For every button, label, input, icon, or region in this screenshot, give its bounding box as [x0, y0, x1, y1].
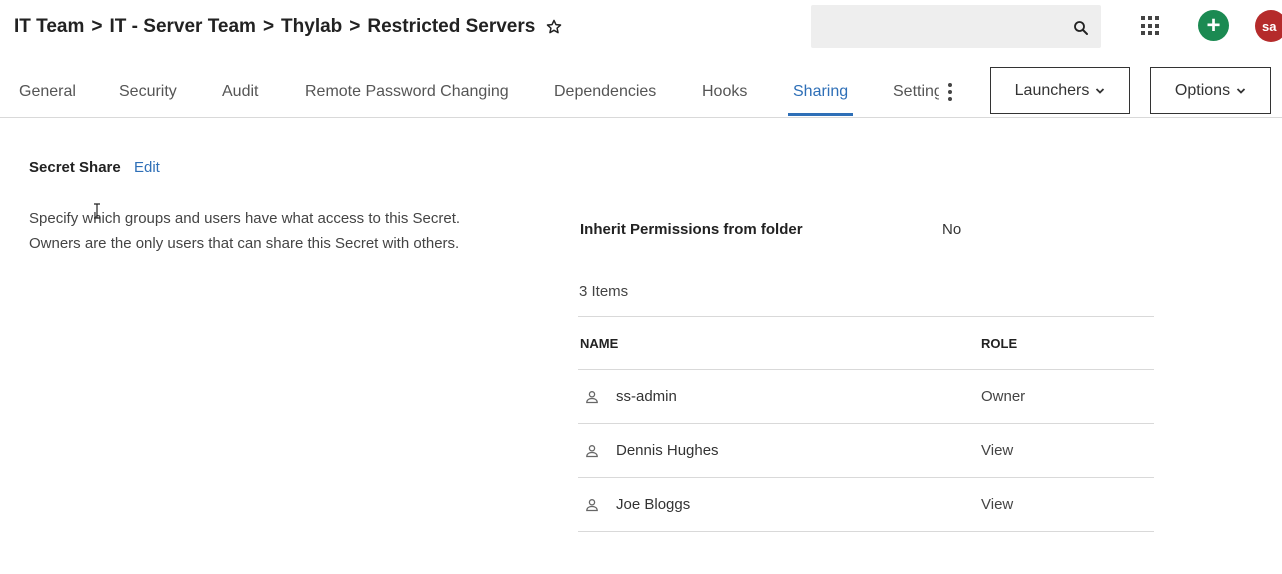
page-title: Restricted Servers	[367, 16, 536, 37]
tab-settings[interactable]: Settings	[893, 66, 939, 117]
user-icon	[586, 499, 598, 512]
row-role: Owner	[981, 388, 1026, 405]
table-header: NAME ROLE	[578, 316, 1154, 370]
table-row[interactable]: ss-admin Owner	[578, 370, 1154, 424]
table-row[interactable]: Dennis Hughes View	[578, 424, 1154, 478]
apps-grid-icon[interactable]	[1141, 16, 1161, 36]
kebab-menu-icon[interactable]	[946, 83, 954, 103]
breadcrumb-separator: >	[91, 16, 103, 37]
search-input[interactable]	[811, 5, 1101, 48]
edit-link[interactable]: Edit	[134, 159, 160, 176]
launchers-button[interactable]: Launchers	[990, 67, 1130, 114]
row-role: View	[981, 442, 1014, 459]
breadcrumb-item-it-server-team[interactable]: IT - Server Team	[110, 16, 256, 38]
share-table: NAME ROLE ss-admin Owner Dennis Hughes V…	[578, 316, 1154, 532]
search-icon[interactable]	[1072, 19, 1090, 37]
breadcrumb-separator: >	[262, 16, 275, 37]
breadcrumb-item-thylab[interactable]: Thylab	[281, 16, 342, 38]
add-button[interactable]: +	[1198, 10, 1229, 41]
column-header-role[interactable]: ROLE	[981, 336, 1017, 351]
column-header-name[interactable]: NAME	[580, 336, 618, 351]
star-icon[interactable]	[545, 18, 563, 36]
user-icon	[586, 445, 598, 458]
row-role: View	[981, 496, 1014, 513]
table-row[interactable]: Joe Bloggs View	[578, 478, 1154, 532]
breadcrumb-separator: >	[349, 16, 361, 37]
row-name: ss-admin	[616, 388, 677, 405]
tab-general[interactable]: General	[19, 66, 76, 117]
options-button[interactable]: Options	[1150, 67, 1271, 114]
avatar[interactable]: sa	[1255, 10, 1282, 42]
tab-audit[interactable]: Audit	[222, 66, 258, 117]
text-cursor-icon	[94, 203, 100, 219]
tab-security[interactable]: Security	[119, 66, 177, 117]
section-title: Secret Share	[29, 159, 121, 176]
options-label: Options	[1174, 81, 1231, 99]
user-icon	[586, 391, 598, 404]
launchers-label: Launchers	[1014, 81, 1090, 99]
tab-sharing[interactable]: Sharing	[793, 66, 848, 117]
plus-icon: +	[1206, 11, 1221, 39]
tab-hooks[interactable]: Hooks	[702, 66, 747, 117]
active-tab-indicator	[788, 113, 853, 116]
breadcrumb: IT Team > IT - Server Team > Thylab > Re…	[14, 15, 563, 39]
breadcrumb-item-it-team[interactable]: IT Team	[14, 16, 84, 38]
row-name: Dennis Hughes	[616, 442, 719, 459]
chevron-down-icon	[1096, 87, 1105, 94]
chevron-down-icon	[1236, 87, 1246, 94]
inherit-permissions-value: No	[942, 221, 962, 238]
row-name: Joe Bloggs	[616, 496, 691, 513]
tab-remote-password-changing[interactable]: Remote Password Changing	[305, 66, 509, 117]
tab-bar: General Security Audit Remote Password C…	[0, 66, 1282, 118]
items-count: 3 Items	[579, 283, 629, 300]
tab-dependencies[interactable]: Dependencies	[554, 66, 656, 117]
inherit-permissions-label: Inherit Permissions from folder	[580, 221, 803, 238]
